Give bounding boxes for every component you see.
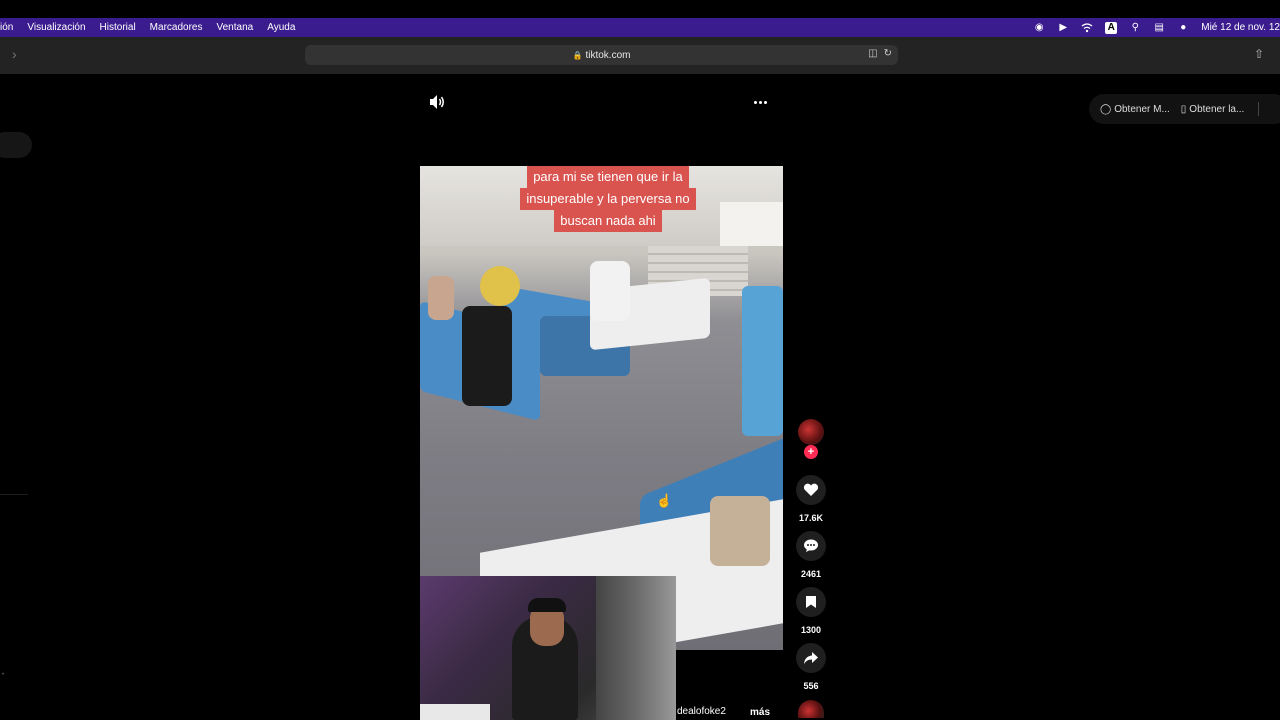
browser-toolbar: › 🔒 tiktok.com ◫ ↻ ⇧ [0,37,1280,74]
follow-button[interactable]: + [804,445,818,459]
comment-icon [804,539,818,552]
video-person [462,306,512,406]
phone-icon: ▯ [1180,103,1187,115]
comment-button[interactable] [796,531,826,561]
get-app-label-2: Obtener la... [1189,103,1245,115]
reload-icon[interactable]: ↻ [884,48,892,59]
avatar[interactable] [798,419,824,445]
webcam-door [596,576,676,720]
menu-item-visualizacion[interactable]: Visualización [27,22,85,33]
video-person [428,276,454,320]
compass-icon: ◯ [1100,103,1112,115]
save-button[interactable] [796,587,826,617]
video-author[interactable]: dealofoke2 [677,706,726,717]
control-center-icon[interactable]: ▤ [1153,22,1165,34]
get-bar-divider [1258,102,1260,116]
menu-item-marcadores[interactable]: Marcadores [150,22,203,33]
left-divider [0,494,28,495]
search-icon[interactable]: ⚲ [1129,22,1141,34]
translate-icon[interactable]: ◫ [868,48,877,59]
get-app-bar: ◯ Obtener M... ▯ Obtener la... [1089,94,1280,124]
url-text: tiktok.com [585,49,631,61]
caption-line: buscan nada ahi [554,210,662,232]
webcam-cap [528,598,566,612]
video-caption: para mi se tienen que ir la insuperable … [508,166,708,232]
get-app-label-1: Obtener M... [1114,103,1170,115]
save-count: 1300 [800,625,822,635]
share-arrow-icon [804,652,818,664]
webcam-overlay [420,576,676,720]
left-nav-pill[interactable] [0,132,32,158]
bookmark-icon [806,596,816,608]
forward-chevron-icon[interactable]: › [12,46,17,62]
caption-line: insuperable y la perversa no [520,188,696,210]
video-bed [742,286,783,436]
comment-count: 2461 [800,569,822,579]
volume-icon[interactable] [428,94,446,110]
video-person [590,261,630,321]
like-button[interactable] [796,475,826,505]
video-person [710,496,770,566]
share-icon[interactable]: ⇧ [1254,47,1264,61]
menu-bar-strip: ión Visualización Historial Marcadores V… [0,18,1280,37]
pointer-cursor-icon: ☝ [656,493,673,508]
more-link[interactable]: más [750,707,770,718]
get-app-button-1[interactable]: ◯ Obtener M... [1100,104,1170,115]
ai-assistant-icon[interactable]: ◉ [1033,22,1045,34]
share-count: 556 [803,681,819,691]
status-area: ◉ ▶ A ⚲ ▤ ● Mié 12 de nov. 12 [1033,18,1280,37]
video-counter [720,202,783,246]
music-disc-avatar[interactable] [798,700,824,718]
menu-item-ventana[interactable]: Ventana [216,22,253,33]
menu-item-app[interactable]: ión [0,22,13,33]
siri-icon[interactable]: ● [1177,22,1189,34]
webcam-keyboard [420,704,490,720]
left-dot: • [2,672,5,678]
more-options-icon[interactable] [754,101,767,104]
play-circle-icon[interactable]: ▶ [1057,22,1069,34]
menu-bar: ión Visualización Historial Marcadores V… [0,0,1280,37]
menu-clock[interactable]: Mié 12 de nov. 12 [1201,22,1280,33]
menu-item-historial[interactable]: Historial [100,22,136,33]
address-bar[interactable]: 🔒 tiktok.com ◫ ↻ [305,45,898,65]
heart-icon [803,483,819,496]
share-button[interactable] [796,643,826,673]
menu-item-ayuda[interactable]: Ayuda [267,22,295,33]
keyboard-input-icon[interactable]: A [1105,21,1118,34]
lock-icon: 🔒 [572,50,583,60]
page-content: • ◯ Obtener M... ▯ Obtener la... para mi… [0,74,1280,720]
get-app-button-2[interactable]: ▯ Obtener la... [1181,104,1245,115]
video-person [480,266,520,306]
wifi-icon[interactable] [1081,22,1093,34]
caption-line: para mi se tienen que ir la [527,166,689,188]
like-count: 17.6K [798,513,824,523]
